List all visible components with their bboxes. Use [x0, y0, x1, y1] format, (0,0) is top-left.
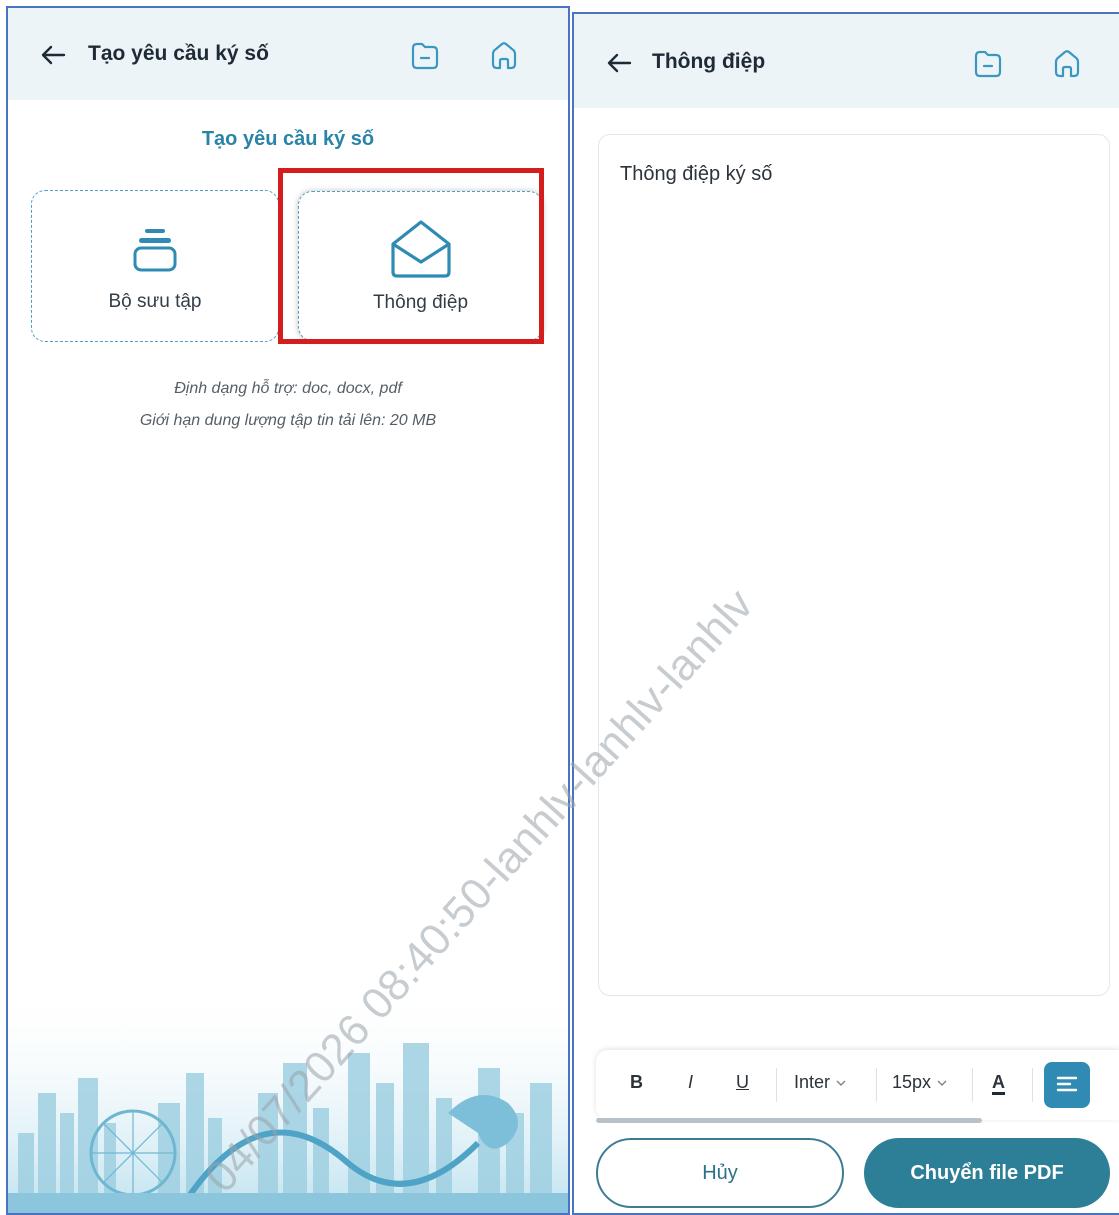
- bold-button[interactable]: B: [630, 1072, 643, 1093]
- chevron-down-icon: [836, 1080, 846, 1086]
- formatting-toolbar: B I U Inter 15px A: [596, 1050, 1119, 1120]
- screen-message-editor: Thông điệp Thông điệp ký số B I U Inter …: [572, 12, 1119, 1215]
- message-option-card[interactable]: Thông điệp: [298, 191, 543, 341]
- italic-button[interactable]: I: [688, 1072, 693, 1093]
- toolbar-divider: [1032, 1068, 1033, 1102]
- convert-pdf-button[interactable]: Chuyển file PDF: [864, 1138, 1110, 1208]
- message-editor[interactable]: Thông điệp ký số: [598, 134, 1110, 996]
- toolbar-scrollbar[interactable]: [596, 1118, 982, 1123]
- font-size-value: 15px: [892, 1072, 932, 1092]
- upload-limit-hint: Giới hạn dung lượng tập tin tải lên: 20 …: [139, 412, 437, 429]
- underline-button[interactable]: U: [736, 1072, 749, 1093]
- home-icon[interactable]: [485, 37, 523, 75]
- page-title: Tạo yêu cầu ký số: [88, 42, 269, 65]
- app-bar: Thông điệp: [574, 14, 1119, 108]
- arrow-left-icon[interactable]: [604, 48, 634, 78]
- collection-option-label: Bộ sưu tập: [108, 291, 202, 312]
- section-title: Tạo yêu cầu ký số: [201, 128, 375, 150]
- screen-create-sign-request: Tạo yêu cầu ký số Tạo yêu cầu ký số Bộ s…: [6, 6, 570, 1215]
- align-left-button[interactable]: [1044, 1062, 1090, 1108]
- font-family-select[interactable]: Inter: [794, 1072, 847, 1093]
- message-option-label: Thông điệp: [372, 292, 469, 313]
- envelope-open-icon: [390, 220, 451, 278]
- city-skyline-illustration: [8, 983, 568, 1213]
- cancel-button[interactable]: Hủy: [596, 1138, 844, 1208]
- align-left-icon: [1056, 1076, 1078, 1092]
- font-family-value: Inter: [794, 1072, 831, 1092]
- home-icon[interactable]: [1048, 45, 1086, 83]
- editor-content[interactable]: Thông điệp ký số: [620, 163, 772, 186]
- page-title: Thông điệp: [652, 50, 766, 73]
- collection-option-card[interactable]: Bộ sưu tập: [31, 190, 279, 342]
- folder-icon[interactable]: [406, 37, 444, 75]
- toolbar-divider: [776, 1068, 777, 1102]
- stack-icon: [133, 229, 177, 272]
- supported-format-hint: Định dạng hỗ trợ: doc, docx, pdf: [174, 380, 402, 397]
- toolbar-divider: [876, 1068, 877, 1102]
- folder-icon[interactable]: [969, 45, 1007, 83]
- font-size-select[interactable]: 15px: [892, 1072, 948, 1093]
- text-color-button[interactable]: A: [992, 1072, 1005, 1095]
- app-bar: Tạo yêu cầu ký số: [8, 8, 568, 100]
- toolbar-divider: [972, 1068, 973, 1102]
- chevron-down-icon: [937, 1080, 947, 1086]
- arrow-left-icon[interactable]: [38, 40, 68, 70]
